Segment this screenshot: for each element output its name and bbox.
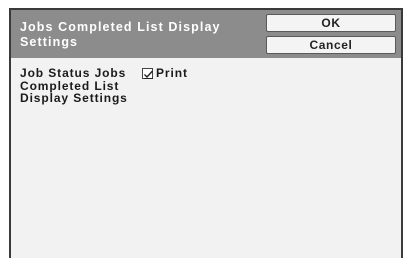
print-checkbox[interactable]	[142, 68, 154, 79]
cancel-button[interactable]: Cancel	[266, 36, 396, 54]
settings-screen: Jobs Completed List Display Settings OK …	[9, 8, 403, 258]
ok-button[interactable]: OK	[266, 14, 396, 32]
setting-label: Job Status Jobs Completed List Display S…	[20, 66, 128, 105]
check-icon	[144, 70, 154, 79]
page-title: Jobs Completed List Display Settings	[20, 20, 221, 49]
header-bar: Jobs Completed List Display Settings OK …	[11, 10, 401, 58]
print-label: Print	[156, 66, 188, 80]
